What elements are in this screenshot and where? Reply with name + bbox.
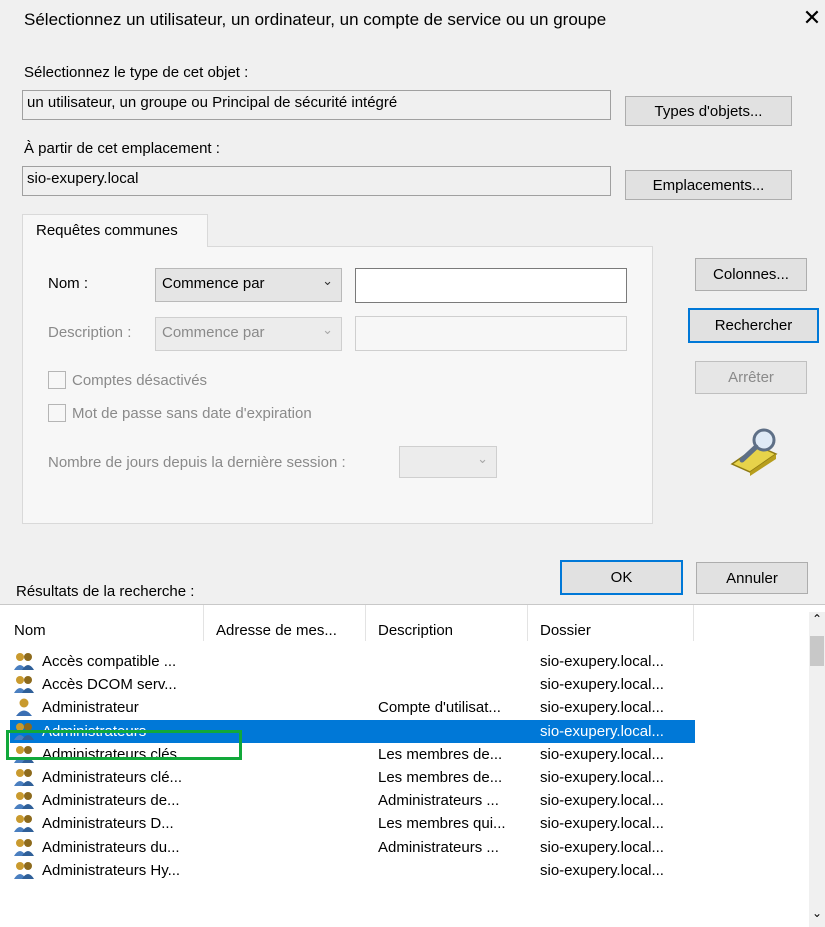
column-divider[interactable] (693, 605, 694, 641)
description-input (355, 316, 627, 351)
highlight-box (6, 730, 242, 760)
cell-folder: sio-exupery.local... (540, 676, 664, 694)
table-row[interactable]: Administrateurs D... Les membres qui... si… (0, 812, 825, 835)
cell-folder: sio-exupery.local... (540, 861, 664, 879)
dialog-title: Sélectionnez un utilisateur, un ordinate… (24, 10, 607, 29)
cell-name: Accès DCOM serv... (42, 676, 177, 694)
days-since-logon-label: Nombre de jours depuis la dernière sessi… (48, 454, 346, 471)
cell-description: Les membres de... (378, 745, 503, 763)
cell-folder: sio-exupery.local... (540, 838, 664, 856)
cell-name: Administrateur (42, 699, 139, 717)
cell-folder: sio-exupery.local... (540, 722, 664, 740)
group-icon (14, 838, 34, 856)
column-header-email[interactable]: Adresse de mes... (216, 622, 337, 639)
cell-description: Administrateurs ... (378, 792, 499, 810)
cell-folder: sio-exupery.local... (540, 769, 664, 786)
chevron-down-icon: ⌄ (322, 273, 333, 288)
table-row[interactable]: Administrateur Compte d'utilisat... sio-ex… (0, 696, 825, 719)
description-match-select: Commence par ⌄ (155, 317, 342, 351)
table-row[interactable]: Administrateurs de... Administrateurs ...… (0, 789, 825, 812)
no-expiry-checkbox (48, 404, 66, 422)
user-icon (16, 698, 32, 717)
stop-button: Arrêter (695, 361, 807, 394)
scroll-down-icon[interactable]: ⌄ (812, 906, 822, 920)
days-since-logon-select: ⌄ (399, 446, 497, 478)
name-input[interactable] (355, 268, 627, 303)
table-row[interactable]: Administrateurs du... Administrateurs ...… (0, 836, 825, 859)
group-icon (14, 792, 34, 810)
columns-button[interactable]: Colonnes... (695, 258, 807, 291)
table-row[interactable]: Administrateurs clé... Les membres de... s… (0, 766, 825, 789)
name-match-select[interactable]: Commence par ⌄ (155, 268, 342, 302)
cell-folder: sio-exupery.local... (540, 792, 664, 810)
chevron-down-icon: ⌄ (322, 322, 333, 337)
column-divider[interactable] (365, 605, 366, 641)
group-icon (14, 861, 34, 879)
group-icon (14, 769, 34, 786)
cell-name: Administrateurs D... (42, 815, 174, 833)
cell-name: Administrateurs Hy... (42, 861, 181, 879)
cell-name: Administrateurs du... (42, 838, 180, 856)
cell-description: Les membres qui... (378, 815, 506, 833)
disabled-accounts-label: Comptes désactivés (72, 372, 208, 389)
group-icon (14, 676, 34, 694)
disabled-accounts-checkbox (48, 371, 66, 389)
cell-name: Accès compatible ... (42, 653, 177, 670)
cell-name: Administrateurs clé... (42, 769, 183, 786)
search-button[interactable]: Rechercher (688, 308, 819, 343)
name-label: Nom : (48, 275, 89, 292)
chevron-down-icon: ⌄ (477, 451, 488, 466)
cell-folder: sio-exupery.local... (540, 653, 664, 670)
column-header-folder[interactable]: Dossier (540, 622, 591, 639)
search-key-icon (730, 428, 778, 476)
table-row[interactable]: Accès DCOM serv... sio-exupery.local... (0, 673, 825, 696)
tab-common-queries[interactable]: Requêtes communes (22, 214, 208, 247)
location-label: À partir de cet emplacement : (24, 140, 220, 157)
scroll-up-icon[interactable]: ⌃ (812, 612, 822, 626)
cell-name: Administrateurs de... (42, 792, 180, 810)
column-header-description[interactable]: Description (378, 622, 453, 639)
location-field: sio-exupery.local (22, 166, 611, 196)
no-expiry-label: Mot de passe sans date d'expiration (72, 405, 312, 422)
scroll-thumb[interactable] (810, 636, 824, 666)
cell-description: Les membres de... (378, 769, 503, 786)
description-match-value: Commence par (162, 324, 265, 341)
results-label: Résultats de la recherche : (16, 583, 195, 600)
cell-folder: sio-exupery.local... (540, 699, 664, 717)
column-divider[interactable] (527, 605, 528, 641)
object-type-field: un utilisateur, un groupe ou Principal d… (22, 90, 611, 120)
cell-folder: sio-exupery.local... (540, 815, 664, 833)
column-divider[interactable] (203, 605, 204, 641)
cell-description: Administrateurs ... (378, 838, 499, 856)
cell-description: Compte d'utilisat... (378, 699, 501, 717)
table-row[interactable]: Accès compatible ... sio-exupery.local... (0, 650, 825, 673)
description-label: Description : (48, 324, 132, 341)
locations-button[interactable]: Emplacements... (625, 170, 792, 200)
name-match-value: Commence par (162, 275, 265, 292)
group-icon (14, 815, 34, 833)
group-icon (14, 653, 34, 670)
cancel-button[interactable]: Annuler (696, 562, 808, 594)
object-types-button[interactable]: Types d'objets... (625, 96, 792, 126)
cell-folder: sio-exupery.local... (540, 745, 664, 763)
table-row[interactable]: Administrateurs Hy... sio-exupery.local..… (0, 859, 825, 882)
column-header-name[interactable]: Nom (14, 622, 46, 639)
close-icon[interactable]: ✕ (800, 4, 824, 32)
object-type-label: Sélectionnez le type de cet objet : (24, 64, 249, 81)
ok-button[interactable]: OK (560, 560, 683, 595)
